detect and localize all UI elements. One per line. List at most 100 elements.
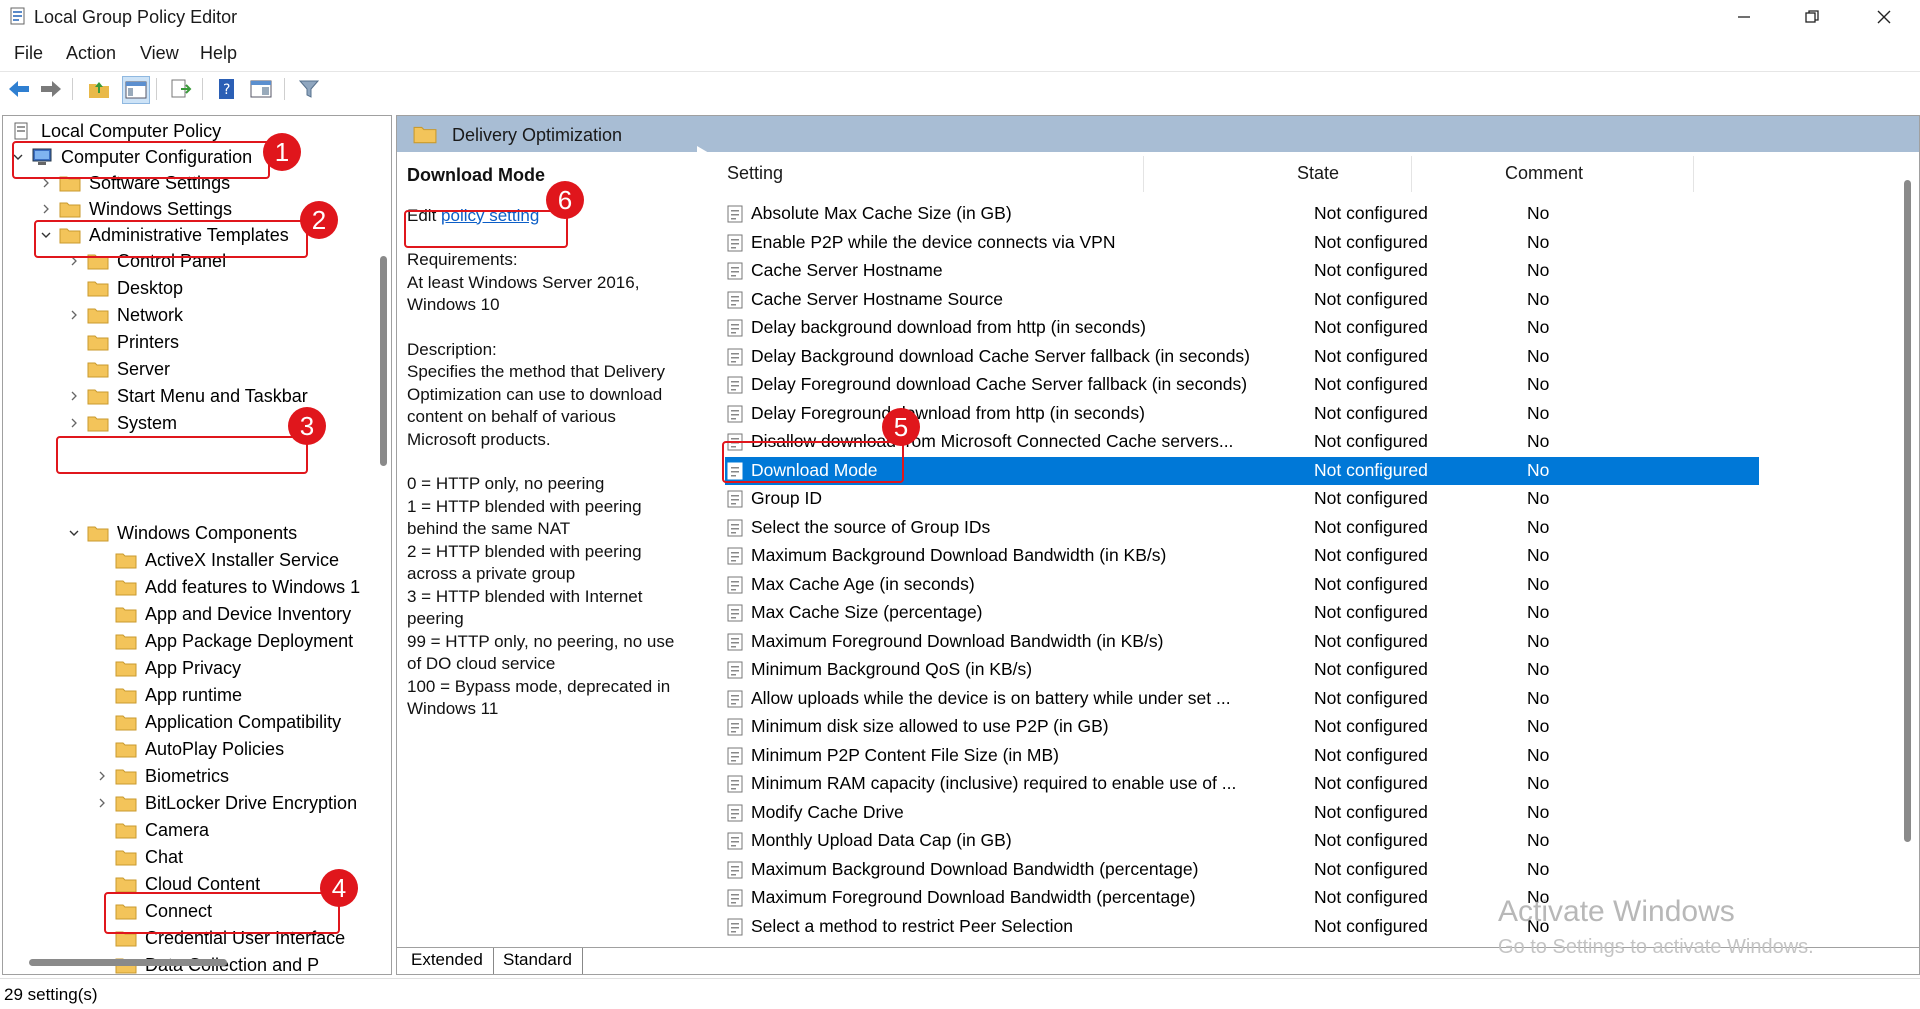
setting-comment: No bbox=[1527, 488, 1550, 508]
tree-item-windows-component[interactable]: Add features to Windows 1 bbox=[95, 574, 360, 600]
column-header-state[interactable]: State bbox=[1297, 163, 1339, 184]
setting-state: Not configured bbox=[1314, 431, 1428, 451]
table-row[interactable]: Maximum Background Download Bandwidth (p… bbox=[725, 856, 1759, 884]
tree-item-windows-component[interactable]: Application Compatibility bbox=[95, 709, 341, 735]
tree-item-windows-component[interactable]: Camera bbox=[95, 817, 209, 843]
table-row[interactable]: Minimum disk size allowed to use P2P (in… bbox=[725, 713, 1759, 741]
table-row[interactable]: Maximum Background Download Bandwidth (i… bbox=[725, 542, 1759, 570]
tree-item-windows-component[interactable]: App Package Deployment bbox=[95, 628, 353, 654]
column-header-setting[interactable]: Setting bbox=[727, 163, 783, 184]
setting-name: Minimum disk size allowed to use P2P (in… bbox=[751, 716, 1109, 736]
table-row[interactable]: Allow uploads while the device is on bat… bbox=[725, 685, 1759, 713]
tree-item-desktop[interactable]: Desktop bbox=[67, 275, 183, 301]
filter-button[interactable] bbox=[296, 76, 322, 102]
table-row[interactable]: Delay Foreground download from http (in … bbox=[725, 400, 1759, 428]
table-row[interactable]: Cache Server Hostname Source Not configur… bbox=[725, 286, 1759, 314]
show-hide-tree-button[interactable] bbox=[122, 76, 150, 104]
table-row[interactable]: Select the source of Group IDs Not config… bbox=[725, 514, 1759, 542]
tree-item-windows-component[interactable]: Biometrics bbox=[95, 763, 229, 789]
annotation-number: 1 bbox=[263, 133, 301, 171]
close-button[interactable] bbox=[1856, 0, 1912, 34]
table-row[interactable]: Max Cache Size (percentage) Not configure… bbox=[725, 599, 1759, 627]
forward-button[interactable] bbox=[38, 76, 64, 102]
setting-state: Not configured bbox=[1314, 288, 1428, 309]
table-row[interactable]: Delay Foreground download Cache Server f… bbox=[725, 371, 1759, 399]
table-row[interactable]: Max Cache Age (in seconds) Not configured… bbox=[725, 571, 1759, 599]
folder-icon bbox=[115, 823, 137, 839]
tree-item-windows-settings[interactable]: Windows Settings bbox=[39, 196, 232, 222]
tab-extended[interactable]: Extended bbox=[401, 948, 494, 974]
help-button[interactable]: ? bbox=[214, 76, 240, 102]
setting-comment: No bbox=[1527, 402, 1550, 423]
tree-item-windows-component[interactable]: Chat bbox=[95, 844, 183, 870]
option-line: 1 = HTTP blended with peering bbox=[407, 496, 642, 516]
tree-item-printers[interactable]: Printers bbox=[67, 329, 179, 355]
annotation-number: 6 bbox=[546, 181, 584, 219]
policy-setting-icon bbox=[727, 718, 743, 736]
export-list-button[interactable] bbox=[168, 76, 194, 102]
tree-item-windows-components[interactable]: Windows Components bbox=[67, 520, 297, 546]
description-line: Microsoft products. bbox=[407, 429, 551, 449]
tree-item-network[interactable]: Network bbox=[67, 302, 183, 328]
menu-view[interactable]: View bbox=[140, 43, 179, 64]
chevron-right-icon bbox=[71, 418, 77, 428]
back-button[interactable] bbox=[6, 76, 32, 102]
policy-setting-icon bbox=[727, 519, 743, 536]
setting-comment: No bbox=[1527, 773, 1550, 793]
tree-label: Local Computer Policy bbox=[41, 120, 222, 141]
table-row[interactable]: Minimum Background QoS (in KB/s) Not conf… bbox=[725, 656, 1759, 684]
table-row[interactable]: Minimum RAM capacity (inclusive) require… bbox=[725, 770, 1759, 798]
minimize-button[interactable] bbox=[1716, 0, 1772, 34]
maximize-button[interactable] bbox=[1784, 0, 1840, 34]
tree-item-windows-component[interactable]: AutoPlay Policies bbox=[95, 736, 284, 762]
setting-name: Max Cache Size (percentage) bbox=[751, 602, 983, 622]
details-vertical-scrollbar[interactable] bbox=[1904, 180, 1911, 842]
tree-item-windows-component[interactable]: ActiveX Installer Service bbox=[95, 547, 339, 573]
folder-icon bbox=[413, 126, 437, 144]
up-level-button[interactable] bbox=[86, 76, 112, 102]
setting-state: Not configured bbox=[1314, 260, 1428, 280]
toolbar-separator bbox=[284, 78, 285, 100]
chevron-right-icon bbox=[71, 310, 77, 320]
description-line: Optimization can use to download bbox=[407, 384, 663, 404]
tree-vertical-scrollbar[interactable] bbox=[380, 256, 387, 466]
policy-setting-icon bbox=[727, 262, 743, 280]
table-row[interactable]: Cache Server Hostname Not configured No bbox=[725, 257, 1759, 285]
table-row[interactable]: Monthly Upload Data Cap (in GB) Not confi… bbox=[725, 827, 1759, 855]
requirements-label: Requirements: bbox=[407, 250, 518, 269]
tree-item-server[interactable]: Server bbox=[67, 356, 170, 382]
menu-action[interactable]: Action bbox=[66, 43, 116, 64]
column-header-comment[interactable]: Comment bbox=[1505, 163, 1583, 184]
tree-item-windows-component[interactable]: App and Device Inventory bbox=[95, 601, 351, 627]
tree-item-windows-component[interactable]: App runtime bbox=[95, 682, 242, 708]
folder-icon bbox=[115, 715, 137, 731]
table-row[interactable]: Maximum Foreground Download Bandwidth (i… bbox=[725, 628, 1759, 656]
tree-item-start-menu[interactable]: Start Menu and Taskbar bbox=[67, 383, 308, 409]
table-row[interactable]: Minimum P2P Content File Size (in MB) Not… bbox=[725, 742, 1759, 770]
folder-icon bbox=[87, 308, 109, 324]
properties-button[interactable] bbox=[248, 76, 274, 102]
folder-icon bbox=[59, 202, 81, 218]
tree-label: Printers bbox=[117, 331, 180, 352]
table-row[interactable]: Group ID Not configured No bbox=[725, 485, 1759, 513]
tree-label: AutoPlay Policies bbox=[145, 738, 285, 759]
column-separator bbox=[1143, 156, 1144, 192]
tree-item-windows-component[interactable]: BitLocker Drive Encryption bbox=[95, 790, 357, 816]
table-row[interactable]: Enable P2P while the device connects via… bbox=[725, 229, 1759, 257]
tab-standard[interactable]: Standard bbox=[493, 948, 583, 974]
menu-help[interactable]: Help bbox=[200, 43, 237, 64]
annotation-number: 2 bbox=[300, 201, 338, 239]
table-row[interactable]: Delay background download from http (in … bbox=[725, 314, 1759, 342]
menu-file[interactable]: File bbox=[14, 43, 43, 64]
table-row[interactable]: Modify Cache Drive Not configured No bbox=[725, 799, 1759, 827]
table-row[interactable]: Delay Background download Cache Server f… bbox=[725, 343, 1759, 371]
table-row[interactable]: Absolute Max Cache Size (in GB) Not confi… bbox=[725, 200, 1759, 228]
policy-setting-icon bbox=[727, 319, 743, 337]
policy-setting-icon bbox=[727, 804, 743, 821]
setting-state: Not configured bbox=[1314, 830, 1428, 850]
tree-horizontal-scrollbar[interactable] bbox=[29, 959, 227, 966]
tree-label: App Privacy bbox=[145, 657, 242, 678]
tree-item-windows-component[interactable]: App Privacy bbox=[95, 655, 241, 681]
tree-item-system[interactable]: System bbox=[67, 410, 177, 436]
